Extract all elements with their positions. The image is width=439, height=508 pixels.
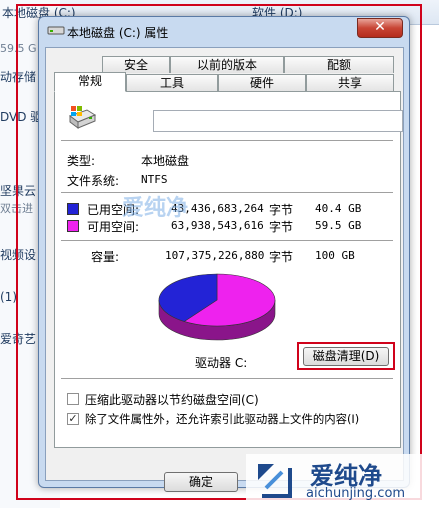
used-space-gb: 40.4 GB	[315, 202, 362, 215]
separator	[61, 240, 393, 241]
tab-quota[interactable]: 配额	[284, 56, 394, 73]
dialog-title: 本地磁盘 (C:) 属性	[67, 26, 169, 40]
watermark-logo-icon	[258, 464, 292, 498]
capacity-label: 容量:	[91, 250, 120, 264]
disk-usage-pie	[158, 273, 276, 341]
drive-label: 驱动器 C:	[195, 356, 248, 370]
index-checkbox[interactable]: ✓	[67, 413, 79, 425]
general-panel: 类型: 本地磁盘 文件系统: NTFS 已用空间: 43,436,683,264…	[54, 91, 403, 448]
filesystem-value: NTFS	[141, 173, 168, 186]
separator	[61, 140, 393, 141]
title-bar[interactable]: 本地磁盘 (C:) 属性 ✕	[39, 17, 409, 45]
separator	[61, 378, 393, 379]
free-space-unit: 字节	[269, 220, 294, 234]
free-space-gb: 59.5 GB	[315, 219, 362, 232]
tab-hardware[interactable]: 硬件	[218, 74, 306, 91]
local-disk-icon	[68, 106, 97, 129]
watermark: 爱纯净 aichunjing.com	[246, 454, 436, 506]
close-button[interactable]: ✕	[357, 18, 403, 38]
properties-dialog: 本地磁盘 (C:) 属性 ✕ 安全 以前的版本 配额 常规 工具 硬件 共享 类…	[38, 16, 410, 492]
drive-icon	[47, 26, 65, 35]
watermark-center: 爱纯净	[122, 196, 189, 221]
capacity-unit: 字节	[269, 250, 294, 264]
free-space-swatch	[67, 220, 79, 232]
tab-security[interactable]: 安全	[102, 56, 170, 73]
used-space-swatch	[67, 203, 79, 215]
watermark-url: aichunjing.com	[306, 486, 406, 501]
tab-tools[interactable]: 工具	[126, 74, 218, 91]
capacity-gb: 100 GB	[315, 249, 355, 262]
index-label: 除了文件属性外，还允许索引此驱动器上文件的内容(I)	[85, 412, 360, 426]
dialog-client: 安全 以前的版本 配额 常规 工具 硬件 共享 类型: 本地磁盘 文件系统: N…	[45, 47, 404, 492]
tab-previous-versions[interactable]: 以前的版本	[170, 56, 284, 73]
filesystem-label: 文件系统:	[67, 174, 120, 188]
compress-label: 压缩此驱动器以节约磁盘空间(C)	[85, 393, 259, 407]
disk-cleanup-button[interactable]: 磁盘清理(D)	[303, 347, 389, 366]
type-value: 本地磁盘	[141, 154, 190, 168]
separator	[61, 192, 393, 193]
background-item: (1)	[0, 290, 17, 304]
type-label: 类型:	[67, 154, 96, 168]
tab-sharing[interactable]: 共享	[306, 74, 394, 91]
capacity-bytes: 107,375,226,880	[165, 249, 265, 262]
compress-checkbox[interactable]	[67, 393, 79, 405]
ok-button[interactable]: 确定	[164, 472, 238, 492]
used-space-unit: 字节	[269, 203, 294, 217]
drive-name-input[interactable]	[153, 110, 403, 132]
tab-general[interactable]: 常规	[54, 72, 126, 92]
